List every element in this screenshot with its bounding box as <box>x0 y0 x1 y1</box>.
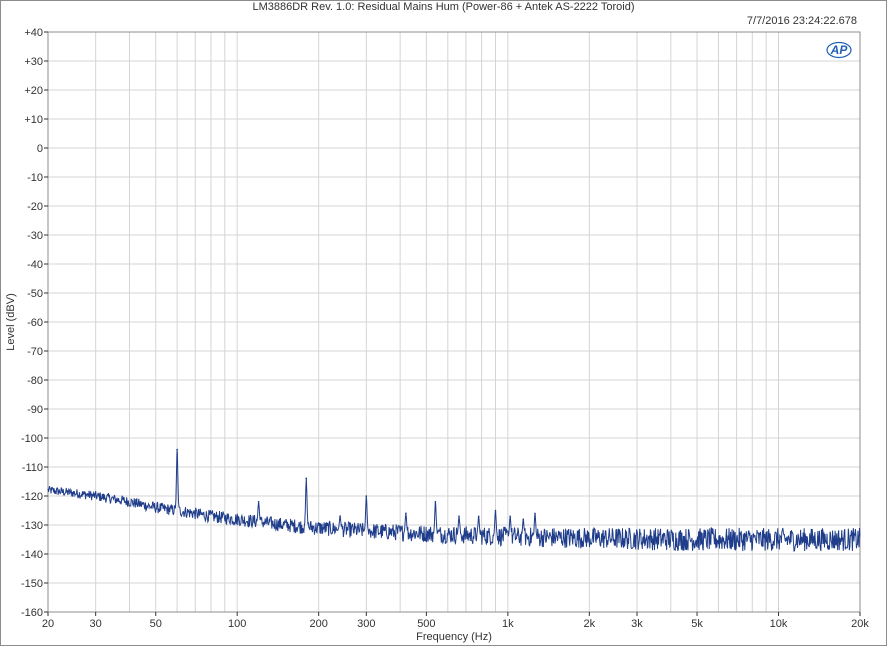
y-axis-label: Level (dBV) <box>5 293 17 350</box>
y-tick-label: -90 <box>27 404 43 416</box>
harmonic-peak-point <box>339 515 341 518</box>
x-tick-label: 50 <box>150 618 162 630</box>
y-tick-label: -40 <box>27 259 43 271</box>
x-tick-label: 3k <box>631 618 643 630</box>
x-tick-label: 300 <box>357 618 375 630</box>
harmonic-peak-point <box>176 448 178 451</box>
x-tick-label: 20 <box>42 618 54 630</box>
y-tick-label: -80 <box>27 375 43 387</box>
x-tick-label: 20k <box>851 618 869 630</box>
x-tick-label: 10k <box>770 618 788 630</box>
ap-logo-text: AP <box>830 43 848 57</box>
harmonic-peak-point <box>365 495 368 497</box>
x-tick-label: 30 <box>90 618 102 630</box>
x-axis-label: Frequency (Hz) <box>416 631 492 643</box>
y-tick-label: -10 <box>27 172 43 184</box>
harmonic-peak-point <box>534 512 536 515</box>
harmonic-peak-point <box>477 515 480 518</box>
y-tick-label: -30 <box>27 230 43 242</box>
x-tick-label: 100 <box>228 618 246 630</box>
x-axis-ticks: 20 30 50 100 200 300 500 1k 2k 3k 5k 10k 20k <box>42 612 869 630</box>
y-tick-label: 0 <box>37 143 43 155</box>
y-tick-label: -70 <box>27 346 43 358</box>
y-tick-label: -100 <box>21 433 43 445</box>
x-tick-label: 500 <box>417 618 435 630</box>
trace-series-line <box>47 449 861 552</box>
grid <box>47 31 861 613</box>
chart-plot: +40 +30 +20 +10 0 -10 -20 -30 -40 -50 -60 -70 -80 -90… <box>5 27 869 643</box>
y-tick-label: -60 <box>27 317 43 329</box>
y-tick-label: -120 <box>21 491 43 503</box>
harmonic-peak-point <box>305 477 308 480</box>
x-tick-label: 200 <box>309 618 327 630</box>
harmonic-peak-point <box>509 515 511 518</box>
trace-layer <box>47 448 861 552</box>
harmonic-peak-point <box>522 518 525 520</box>
y-tick-label: +20 <box>24 85 43 97</box>
y-tick-label: -160 <box>21 607 43 619</box>
harmonic-peak-point <box>257 501 260 503</box>
y-tick-label: +30 <box>24 56 43 68</box>
x-tick-label: 1k <box>502 618 514 630</box>
x-tick-label: 5k <box>691 618 703 630</box>
y-tick-label: -140 <box>21 549 43 561</box>
y-tick-label: +10 <box>24 114 43 126</box>
y-axis-ticks: +40 +30 +20 +10 0 -10 -20 -30 -40 -50 -60 -70 -80 -90… <box>21 27 48 619</box>
y-tick-label: -130 <box>21 520 43 532</box>
harmonic-peak-point <box>458 515 460 518</box>
y-tick-label: -50 <box>27 288 43 300</box>
y-tick-label: +40 <box>24 27 43 39</box>
harmonic-peak-point <box>434 501 437 503</box>
x-tick-label: 2k <box>584 618 596 630</box>
y-tick-label: -110 <box>22 462 43 474</box>
harmonic-peak-point <box>494 509 497 512</box>
harmonic-peak-point <box>405 512 407 515</box>
y-tick-label: -150 <box>21 578 43 590</box>
y-tick-label: -20 <box>27 201 43 213</box>
